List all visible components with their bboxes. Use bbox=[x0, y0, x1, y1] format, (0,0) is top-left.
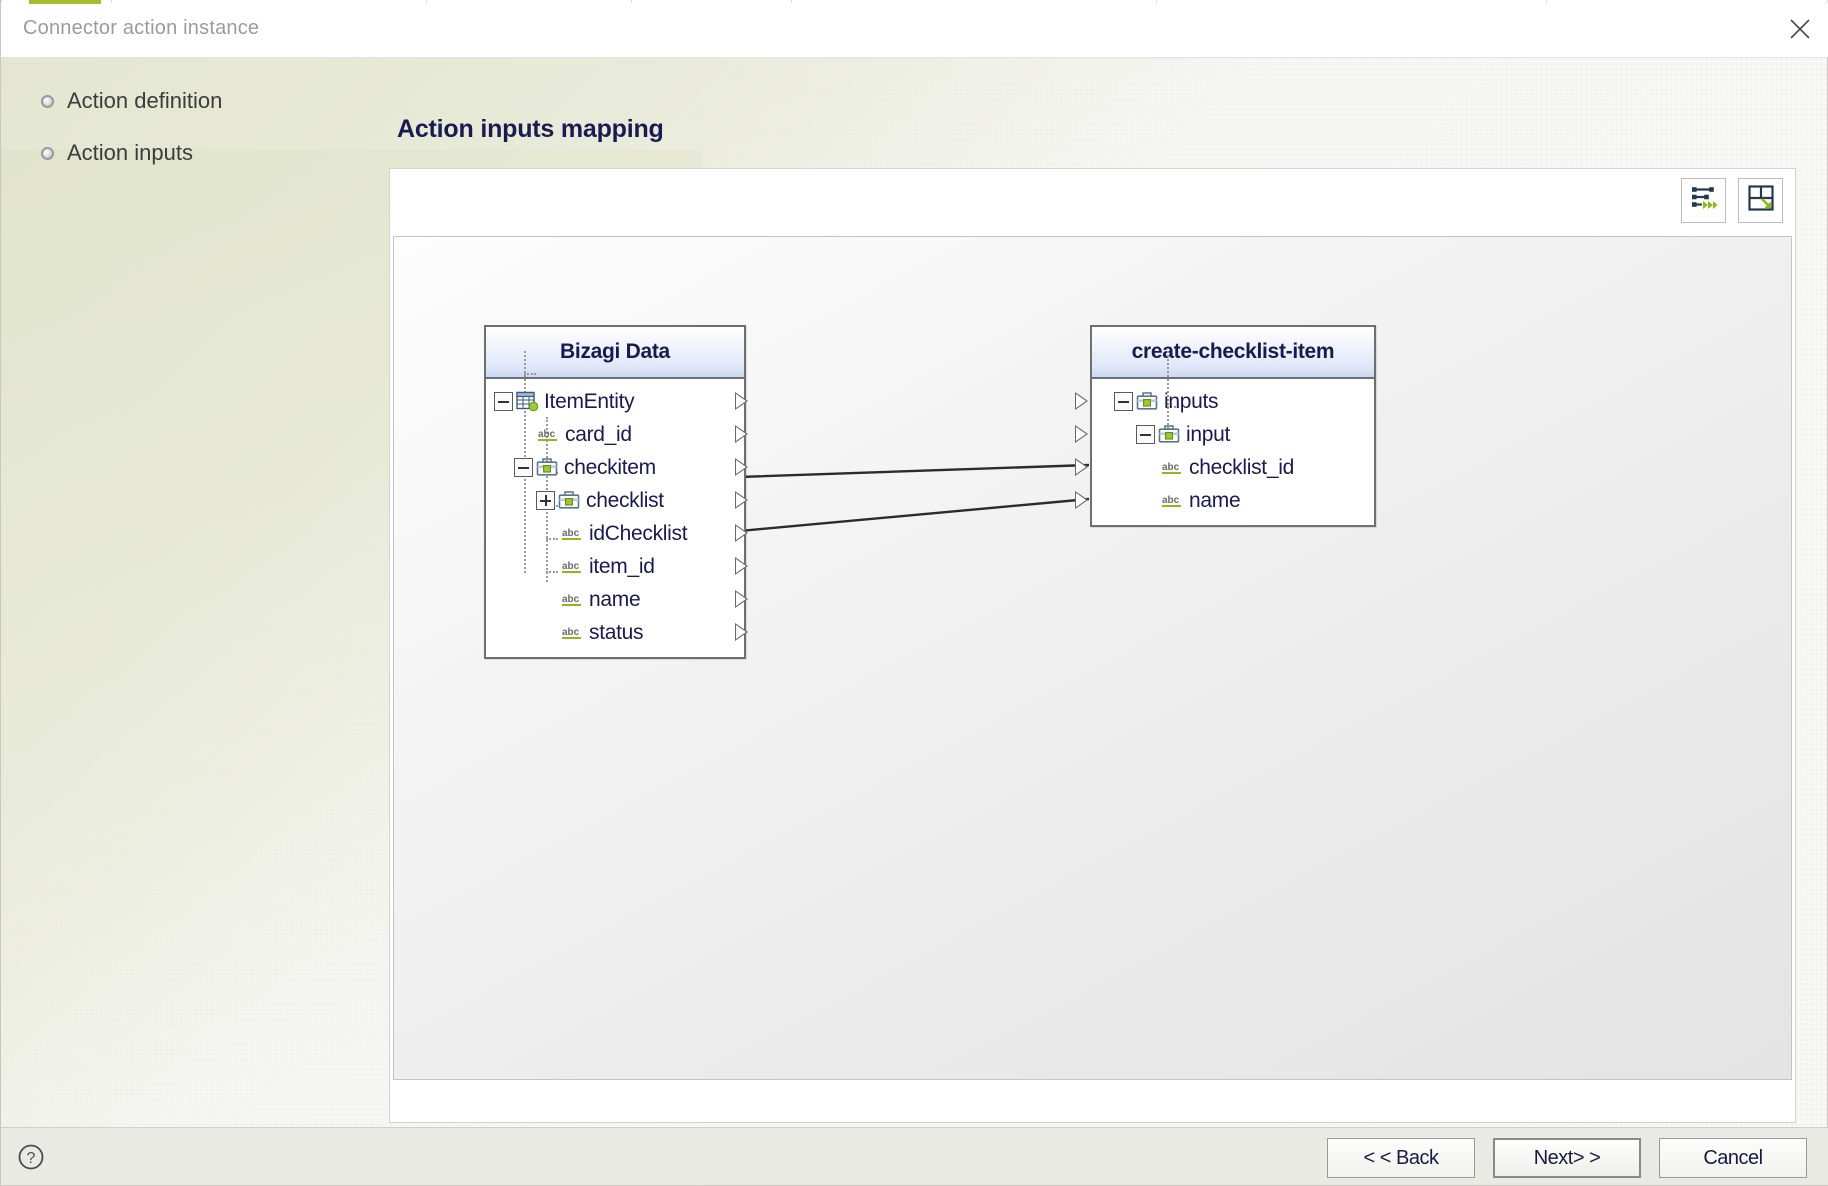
target-row-label: checklist_id bbox=[1189, 455, 1294, 479]
help-question-icon[interactable]: ? bbox=[13, 1139, 49, 1175]
source-row-label: card_id bbox=[565, 422, 632, 446]
collection-icon bbox=[1158, 424, 1181, 445]
mapping-toolbar bbox=[1681, 178, 1783, 223]
sidebar-item-label: Action definition bbox=[67, 88, 223, 113]
collapse-toggle-icon[interactable] bbox=[494, 392, 513, 411]
brand-accent-bar bbox=[29, 0, 101, 4]
auto-map-icon bbox=[1690, 184, 1718, 217]
source-row-status[interactable]: abc status bbox=[486, 616, 748, 649]
footer-button-group: < < Back Next> > Cancel bbox=[1327, 1138, 1807, 1178]
source-row-label: ItemEntity bbox=[544, 389, 635, 413]
source-port-status[interactable] bbox=[735, 623, 748, 641]
source-row-checklist[interactable]: checklist bbox=[486, 484, 748, 517]
source-row-label: checkitem bbox=[564, 455, 656, 479]
dialog-footer: ? < < Back Next> > Cancel bbox=[1, 1127, 1828, 1185]
page-title: Action inputs mapping bbox=[397, 115, 664, 143]
source-row-checkitem[interactable]: checkitem bbox=[486, 451, 748, 484]
target-schema-title: create-checklist-item bbox=[1092, 327, 1374, 379]
mapping-canvas[interactable]: Bizagi Data ItemEntity abc card_id check… bbox=[393, 236, 1792, 1080]
target-port-input[interactable] bbox=[1075, 425, 1088, 443]
target-row-input[interactable]: input bbox=[1075, 418, 1374, 451]
collapse-toggle-icon[interactable] bbox=[1136, 425, 1155, 444]
target-schema-box: create-checklist-item inputs input abc c… bbox=[1075, 325, 1376, 527]
source-schema-title: Bizagi Data bbox=[486, 327, 744, 379]
abc-string-icon: abc bbox=[561, 523, 584, 544]
auto-map-button[interactable] bbox=[1681, 178, 1726, 223]
collapse-toggle-icon[interactable] bbox=[514, 458, 533, 477]
svg-text:?: ? bbox=[27, 1150, 36, 1167]
dialog-window: Connector action instance Action definit… bbox=[0, 0, 1828, 1186]
sidebar-item-label: Action inputs bbox=[67, 140, 193, 165]
source-row-name[interactable]: abc name bbox=[486, 583, 748, 616]
next-button[interactable]: Next> > bbox=[1493, 1138, 1641, 1178]
source-row-label: name bbox=[589, 587, 641, 611]
cancel-button[interactable]: Cancel bbox=[1659, 1138, 1807, 1178]
source-port-itementity[interactable] bbox=[735, 392, 748, 410]
target-port-name[interactable] bbox=[1075, 491, 1088, 509]
radio-bullet-icon bbox=[41, 146, 54, 160]
radio-bullet-icon bbox=[41, 94, 54, 108]
svg-text:abc: abc bbox=[562, 627, 580, 638]
abc-string-icon: abc bbox=[561, 622, 584, 643]
collection-icon bbox=[536, 457, 559, 478]
target-row-label: input bbox=[1186, 422, 1231, 446]
abc-string-icon: abc bbox=[1161, 457, 1184, 478]
close-icon[interactable] bbox=[1771, 0, 1828, 57]
target-row-inputs[interactable]: inputs bbox=[1075, 385, 1374, 418]
sidebar-item-action-definition[interactable]: Action definition bbox=[1, 75, 381, 127]
source-row-label: checklist bbox=[586, 488, 664, 512]
source-schema-box: Bizagi Data ItemEntity abc card_id check… bbox=[484, 325, 748, 659]
abc-string-icon: abc bbox=[1161, 490, 1184, 511]
source-row-label: idChecklist bbox=[589, 521, 688, 545]
collection-icon bbox=[558, 490, 581, 511]
target-row-label: name bbox=[1189, 488, 1241, 512]
fit-to-window-button[interactable] bbox=[1738, 178, 1783, 223]
window-title: Connector action instance bbox=[23, 17, 260, 39]
wizard-steps-sidebar: Action definition Action inputs bbox=[1, 58, 381, 1128]
svg-text:abc: abc bbox=[538, 429, 556, 440]
target-port-inputs[interactable] bbox=[1075, 392, 1088, 410]
svg-text:abc: abc bbox=[562, 594, 580, 605]
collection-icon bbox=[1136, 391, 1159, 412]
source-row-label: item_id bbox=[589, 554, 655, 578]
svg-text:abc: abc bbox=[562, 528, 580, 539]
source-port-idchecklist[interactable] bbox=[735, 524, 748, 542]
target-row-label: inputs bbox=[1164, 389, 1219, 413]
abc-string-icon: abc bbox=[561, 556, 584, 577]
source-port-card_id[interactable] bbox=[735, 425, 748, 443]
source-row-idchecklist[interactable]: abc idChecklist bbox=[486, 517, 748, 550]
target-row-name[interactable]: abc name bbox=[1075, 484, 1374, 517]
svg-text:abc: abc bbox=[1162, 462, 1180, 473]
target-row-checklist_id[interactable]: abc checklist_id bbox=[1075, 451, 1374, 484]
source-schema-rows: ItemEntity abc card_id checkitem checkli… bbox=[486, 351, 748, 657]
source-port-item_id[interactable] bbox=[735, 557, 748, 575]
source-row-card_id[interactable]: abc card_id bbox=[486, 418, 748, 451]
content-area: Action inputs mapping Bizagi Data ItemEn… bbox=[381, 58, 1828, 1128]
source-row-label: status bbox=[589, 620, 644, 644]
source-port-checkitem[interactable] bbox=[735, 458, 748, 476]
top-strip bbox=[1, 0, 1828, 4]
svg-text:abc: abc bbox=[562, 561, 580, 572]
source-row-itementity[interactable]: ItemEntity bbox=[486, 385, 748, 418]
sidebar-item-action-inputs[interactable]: Action inputs bbox=[1, 127, 381, 179]
source-port-name[interactable] bbox=[735, 590, 748, 608]
expand-toggle-icon[interactable] bbox=[536, 491, 555, 510]
fit-window-icon bbox=[1747, 184, 1775, 217]
entity-table-icon bbox=[516, 391, 539, 412]
abc-string-icon: abc bbox=[561, 589, 584, 610]
target-port-checklist_id[interactable] bbox=[1075, 458, 1088, 476]
title-bar: Connector action instance bbox=[1, 0, 1828, 58]
svg-text:abc: abc bbox=[1162, 495, 1180, 506]
abc-string-icon: abc bbox=[537, 424, 560, 445]
target-schema-rows: inputs input abc checklist_id abc name bbox=[1075, 351, 1374, 525]
source-port-checklist[interactable] bbox=[735, 491, 748, 509]
mapping-panel: Bizagi Data ItemEntity abc card_id check… bbox=[389, 168, 1796, 1123]
back-button[interactable]: < < Back bbox=[1327, 1138, 1475, 1178]
collapse-toggle-icon[interactable] bbox=[1114, 392, 1133, 411]
source-row-item_id[interactable]: abc item_id bbox=[486, 550, 748, 583]
